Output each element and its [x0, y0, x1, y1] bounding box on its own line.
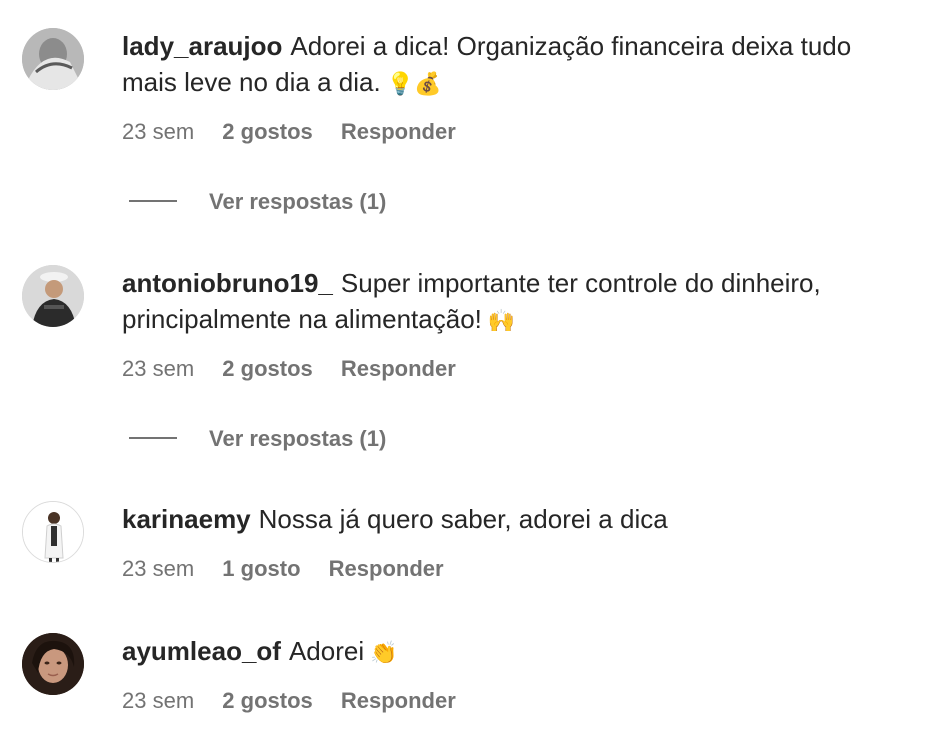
comment-time: 23 sem [122, 119, 195, 144]
comment-likes[interactable]: 2 gostos [222, 119, 312, 144]
avatar[interactable] [22, 265, 84, 327]
comment-username[interactable]: lady_araujoo [122, 31, 282, 61]
reply-button[interactable]: Responder [341, 119, 456, 144]
comment-meta: 23 sem 1 gosto Responder [122, 555, 466, 583]
avatar[interactable] [22, 633, 84, 695]
reply-button[interactable]: Responder [341, 688, 456, 713]
reply-button[interactable]: Responder [329, 556, 444, 581]
comment-text: Nossa já quero saber, adorei a dica [258, 504, 668, 534]
comment-text-block: karinaemy Nossa já quero saber, adorei a … [122, 501, 912, 537]
comment-meta: 23 sem 2 gostos Responder [122, 687, 478, 715]
comment-likes[interactable]: 2 gostos [222, 356, 312, 381]
comment-body: antoniobruno19_ Super importante ter cont… [122, 265, 912, 339]
comment-meta: 23 sem 2 gostos Responder [122, 118, 478, 146]
reply-button[interactable]: Responder [341, 356, 456, 381]
comment-username[interactable]: karinaemy [122, 504, 251, 534]
divider-line [129, 437, 177, 440]
comment-body: lady_araujoo Adorei a dica! Organização f… [122, 28, 912, 102]
view-replies-button[interactable]: Ver respostas (1) [129, 188, 386, 216]
comment-username[interactable]: ayumleao_of [122, 636, 281, 666]
avatar[interactable] [22, 28, 84, 90]
avatar[interactable] [22, 501, 84, 563]
comment-text-block: lady_araujoo Adorei a dica! Organização f… [122, 28, 912, 102]
comment-emoji: 👏 [370, 640, 398, 665]
comment-body: ayumleao_of Adorei 👏 [122, 633, 912, 671]
view-replies-label: Ver respostas (1) [209, 426, 387, 451]
view-replies-button[interactable]: Ver respostas (1) [129, 425, 386, 453]
divider-line [129, 200, 177, 203]
comment-likes[interactable]: 2 gostos [222, 688, 312, 713]
comment-time: 23 sem [122, 356, 195, 381]
comment-time: 23 sem [122, 556, 195, 581]
comment-emoji: 💡💰 [386, 71, 442, 96]
comment-text-block: antoniobruno19_ Super importante ter cont… [122, 265, 912, 339]
comment-body: karinaemy Nossa já quero saber, adorei a … [122, 501, 912, 537]
comment-text-block: ayumleao_of Adorei 👏 [122, 633, 912, 671]
comment-emoji: 🙌 [487, 308, 516, 333]
comment-username[interactable]: antoniobruno19_ [122, 268, 333, 298]
comment-meta: 23 sem 2 gostos Responder [122, 355, 478, 383]
view-replies-label: Ver respostas (1) [209, 189, 387, 214]
comment-text: Adorei [288, 636, 365, 666]
comment-time: 23 sem [122, 688, 195, 713]
comment-likes[interactable]: 1 gosto [222, 556, 300, 581]
